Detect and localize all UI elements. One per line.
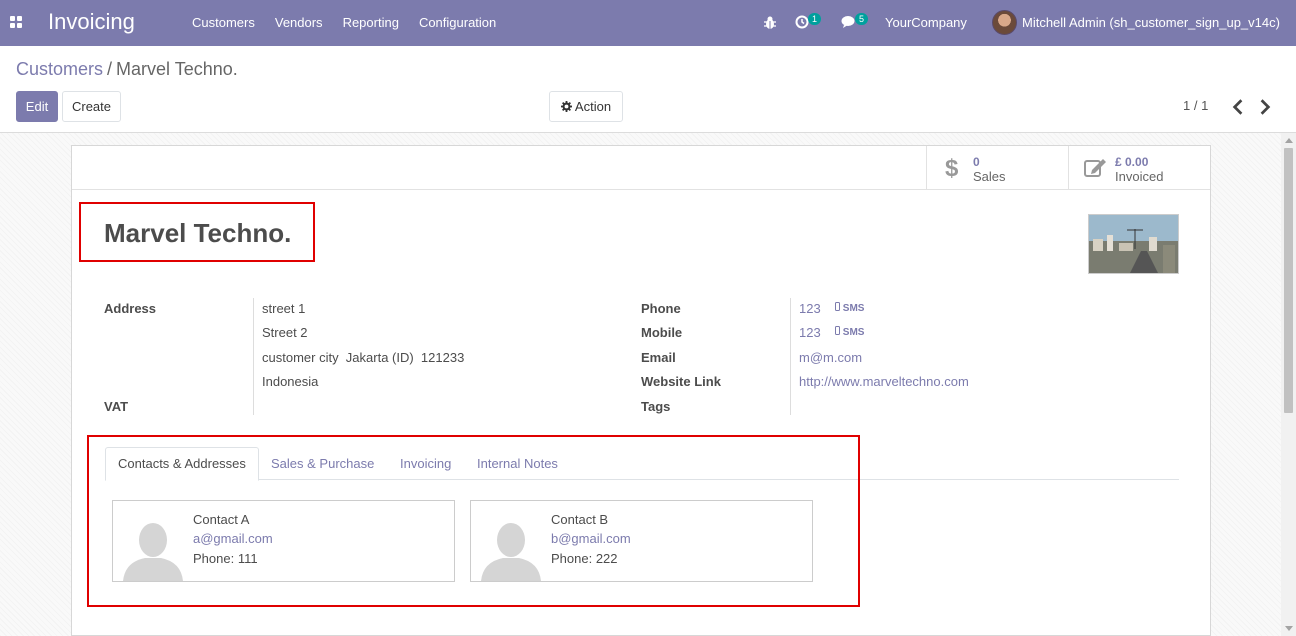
breadcrumb-separator: / — [107, 59, 113, 79]
website-label: Website Link — [641, 374, 721, 389]
menu-configuration[interactable]: Configuration — [409, 0, 506, 46]
mobile-phone-icon — [835, 326, 840, 335]
phone-link[interactable]: 123 — [799, 301, 821, 316]
phone-sms-button[interactable]: SMS — [835, 302, 864, 314]
apps-menu-icon[interactable] — [10, 16, 23, 29]
contacts-highlight-box — [87, 435, 860, 607]
scroll-down-icon[interactable] — [1285, 626, 1293, 631]
smart-button-box: $ 0 Sales £ 0.00 Invoiced — [72, 146, 1210, 190]
top-menu: Customers Vendors Reporting Configuratio… — [182, 0, 506, 46]
invoiced-stat-button[interactable]: £ 0.00 Invoiced — [1068, 146, 1211, 189]
street-value: street 1 — [262, 301, 306, 316]
breadcrumb: Customers / Marvel Techno. — [16, 59, 238, 80]
action-button[interactable]: Action — [549, 91, 623, 122]
phone-sms-label: SMS — [842, 303, 865, 314]
company-switcher[interactable]: YourCompany — [885, 15, 967, 30]
website-link[interactable]: http://www.marveltechno.com — [799, 374, 969, 389]
email-link[interactable]: m@m.com — [799, 350, 862, 365]
form-sheet: $ 0 Sales £ 0.00 Invoiced Marvel Techno. — [71, 145, 1211, 636]
scrollbar-thumb[interactable] — [1284, 148, 1293, 413]
action-button-label: Action — [574, 99, 612, 114]
sales-stat-label: Sales — [973, 169, 1006, 184]
scroll-up-icon[interactable] — [1285, 138, 1293, 143]
invoiced-stat-value: £ 0.00 — [1115, 155, 1149, 169]
debug-bug-icon[interactable] — [763, 15, 777, 30]
mobile-sms-label: SMS — [842, 327, 865, 338]
pager-value[interactable]: 1 / 1 — [1183, 98, 1208, 113]
gear-icon — [560, 101, 572, 112]
city-state-zip-value: customer city Jakarta (ID) 121233 — [262, 350, 465, 365]
activity-clock-icon[interactable] — [795, 15, 809, 29]
mobile-phone-icon — [835, 302, 840, 311]
sales-stat-button[interactable]: $ 0 Sales — [926, 146, 1069, 189]
vat-label: VAT — [104, 399, 129, 414]
phone-label: Phone — [641, 301, 681, 316]
user-avatar[interactable] — [992, 10, 1017, 35]
mobile-label: Mobile — [641, 325, 683, 340]
invoiced-stat-label: Invoiced — [1115, 169, 1164, 184]
user-menu[interactable]: Mitchell Admin (sh_customer_sign_up_v14c… — [1022, 15, 1280, 30]
menu-reporting[interactable]: Reporting — [333, 0, 409, 46]
menu-customers[interactable]: Customers — [182, 0, 265, 46]
partner-image[interactable] — [1088, 214, 1179, 274]
tags-label: Tags — [641, 399, 671, 414]
name-highlight-box — [79, 202, 315, 262]
address-label: Address — [104, 301, 157, 316]
create-button[interactable]: Create — [62, 91, 121, 122]
menu-vendors[interactable]: Vendors — [265, 0, 333, 46]
pager-previous-icon[interactable] — [1231, 98, 1245, 116]
sales-stat-value: 0 — [973, 155, 980, 169]
edit-button[interactable]: Edit — [16, 91, 58, 122]
mobile-link[interactable]: 123 — [799, 325, 821, 340]
svg-text:$: $ — [945, 156, 959, 180]
breadcrumb-customers[interactable]: Customers — [16, 59, 103, 79]
city-photo — [1089, 215, 1178, 273]
message-count-badge: 5 — [855, 13, 869, 25]
activity-count-badge: 1 — [808, 13, 822, 25]
dollar-icon: $ — [945, 156, 959, 180]
left-group-divider — [253, 298, 254, 415]
app-name[interactable]: Invoicing — [48, 9, 135, 35]
vertical-scrollbar[interactable] — [1281, 133, 1296, 636]
email-label: Email — [641, 350, 676, 365]
country-value: Indonesia — [262, 374, 319, 389]
street2-value: Street 2 — [262, 325, 308, 340]
mobile-sms-button[interactable]: SMS — [835, 326, 864, 338]
breadcrumb-current: Marvel Techno. — [116, 59, 238, 79]
main-navbar: Invoicing Customers Vendors Reporting Co… — [0, 0, 1296, 46]
edit-invoice-icon — [1084, 159, 1106, 177]
pager-next-icon[interactable] — [1258, 98, 1272, 116]
right-group-divider — [790, 298, 791, 415]
